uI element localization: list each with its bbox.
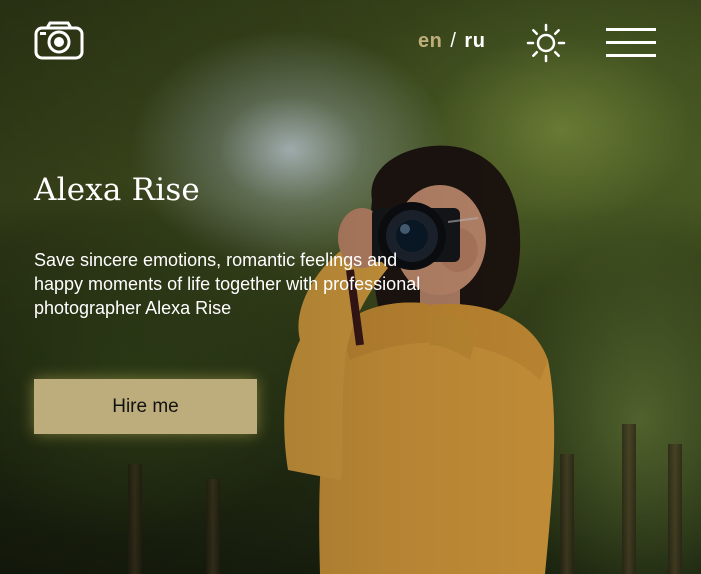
menu-bar <box>606 54 656 57</box>
hero-title: Alexa Rise <box>34 172 200 208</box>
hero-section: en / ru Alexa Rise Save sincere emotions, … <box>0 0 701 574</box>
hire-me-button[interactable]: Hire me <box>34 379 257 434</box>
language-switcher: en / ru <box>418 30 485 53</box>
menu-bar <box>606 41 656 44</box>
camera-icon[interactable] <box>34 20 84 60</box>
hero-description: Save sincere emotions, romantic feelings… <box>34 250 421 318</box>
sun-icon[interactable] <box>526 23 566 63</box>
lang-en-link[interactable]: en <box>418 30 442 52</box>
lang-ru-link[interactable]: ru <box>464 30 485 52</box>
lang-separator: / <box>450 30 457 52</box>
hamburger-menu-icon[interactable] <box>606 28 656 58</box>
menu-bar <box>606 28 656 31</box>
